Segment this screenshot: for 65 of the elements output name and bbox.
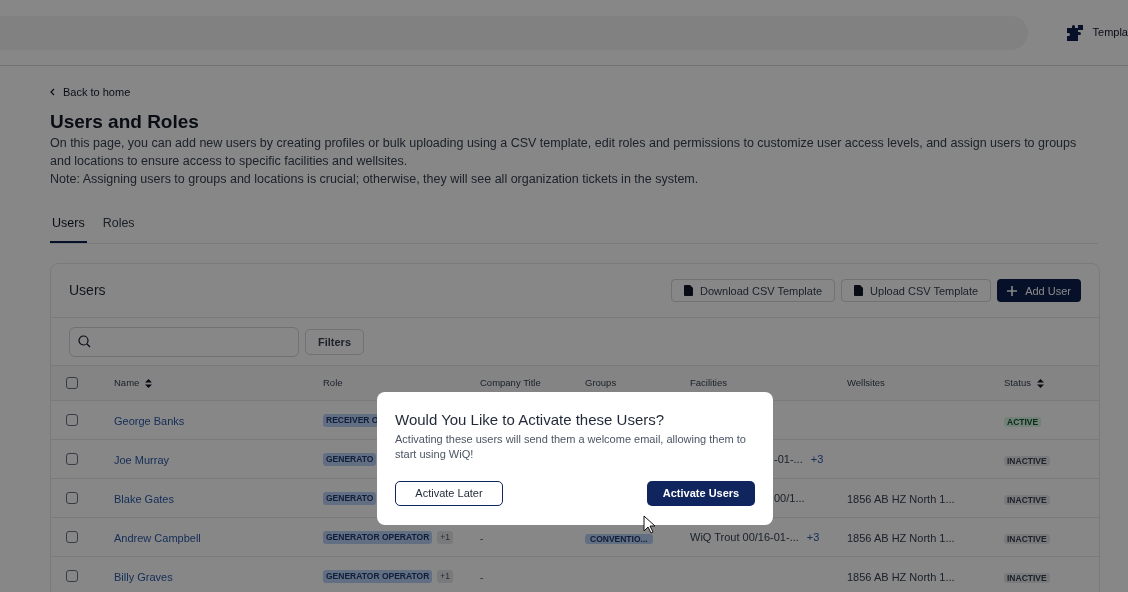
- status-badge: INACTIVE: [1004, 456, 1050, 467]
- role-tag: GENERATO: [323, 491, 377, 505]
- sort-icon: [1036, 378, 1044, 388]
- page-description: On this page, you can add new users by creating profiles or bulk uploading using a CSV template, edit roles and permissions to customize user access levels, and assign users to groups and locations to ensure access to specific facilities and wellsites.: [50, 134, 1078, 170]
- row-checkbox[interactable]: [66, 570, 78, 583]
- column-header: Role: [323, 376, 343, 391]
- user-name-link[interactable]: George Banks: [114, 415, 185, 428]
- card-title: Users: [69, 281, 106, 301]
- dialog-title: Would You Like to Activate these Users?: [395, 410, 666, 430]
- more-count: +1: [437, 530, 453, 544]
- row-checkbox[interactable]: [66, 492, 78, 505]
- column-header: Wellsites: [847, 376, 885, 391]
- page-description: Note: Assigning users to groups and locations is crucial; otherwise, they will see all organization tickets in the system.: [50, 170, 700, 188]
- csv-template-button[interactable]: Download CSV Template: [671, 279, 836, 303]
- more-count: +3: [810, 452, 824, 467]
- plus-icon: [1007, 285, 1018, 296]
- row-checkbox[interactable]: [66, 414, 78, 427]
- csv-template-button[interactable]: Upload CSV Template: [841, 279, 992, 303]
- role-tag: GENERATOR OPERATOR: [323, 569, 433, 583]
- back-link[interactable]: Back to home: [50, 84, 131, 101]
- search-field[interactable]: [69, 326, 299, 357]
- role-tag: GENERATO: [323, 452, 377, 466]
- table-cell: 1856 AB HZ North 1...: [847, 532, 955, 545]
- user-name-link[interactable]: Billy Graves: [114, 571, 173, 584]
- column-header[interactable]: Status: [1004, 376, 1044, 391]
- row-checkbox[interactable]: [66, 453, 78, 466]
- templates-link[interactable]: Templa: [1092, 24, 1128, 41]
- table-cell: 1856 AB HZ North 1...: [847, 571, 955, 584]
- user-name-link[interactable]: Joe Murray: [114, 454, 170, 467]
- page-title: Users and Roles: [50, 109, 200, 134]
- column-header: Company Title: [480, 376, 541, 391]
- row-checkbox[interactable]: [66, 531, 78, 544]
- more-count: +1: [437, 569, 453, 583]
- table-cell: -: [480, 572, 484, 584]
- group-tag: CONVENTIO...: [585, 534, 653, 545]
- column-header: Groups: [585, 376, 617, 391]
- file-icon: [854, 285, 864, 297]
- table-cell-text: WiQ Trout 00/16-01-...: [690, 530, 799, 545]
- tab[interactable]: Users: [50, 213, 87, 244]
- table-cell: -: [480, 533, 484, 545]
- file-icon: [684, 285, 693, 297]
- status-badge: INACTIVE: [1004, 495, 1050, 506]
- user-name-link[interactable]: Blake Gates: [114, 493, 174, 506]
- role-tag: GENERATOR OPERATOR: [323, 530, 433, 544]
- table-cell-text: 00/1...: [774, 491, 805, 506]
- puzzle-icon: [1065, 23, 1084, 42]
- add-user-button[interactable]: Add User: [997, 279, 1081, 303]
- table-cell: 1856 AB HZ North 1...: [847, 493, 955, 506]
- search-icon: [78, 335, 91, 349]
- status-badge: INACTIVE: [1004, 534, 1050, 545]
- status-badge: INACTIVE: [1004, 573, 1050, 584]
- table-cell-text: -01-...: [774, 452, 803, 467]
- status-badge: ACTIVE: [1004, 417, 1042, 428]
- activate-later-button[interactable]: Activate Later: [395, 481, 503, 506]
- column-header: Facilities: [690, 376, 727, 391]
- column-header[interactable]: Name: [114, 376, 153, 391]
- select-all-checkbox[interactable]: [66, 377, 78, 390]
- dialog-message: Activating these users will send them a welcome email, allowing them to start using WiQ!: [395, 432, 747, 462]
- more-count: +3: [806, 530, 820, 545]
- chevron-left-icon: [50, 88, 55, 97]
- user-name-link[interactable]: Andrew Campbell: [114, 532, 201, 545]
- tab[interactable]: Roles: [100, 213, 137, 244]
- activate-users-button[interactable]: Activate Users: [647, 481, 755, 506]
- filters-button[interactable]: Filters: [305, 328, 364, 355]
- sort-icon: [145, 378, 153, 388]
